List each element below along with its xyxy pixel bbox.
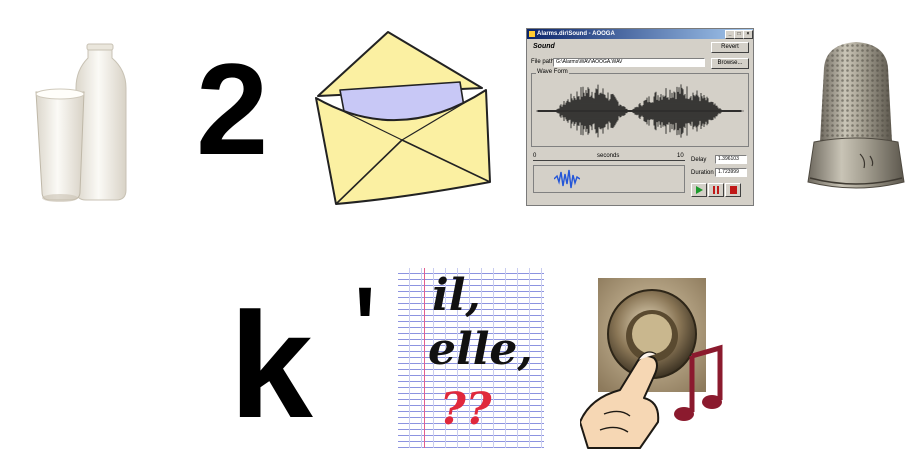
letter-k: k <box>227 293 318 463</box>
play-icon <box>696 186 703 194</box>
duration-label: Duration <box>691 170 714 176</box>
preview-strip <box>533 165 685 193</box>
notebook-line-question: ?? <box>440 384 492 435</box>
delay-field[interactable]: 1.396103 <box>715 155 747 164</box>
scale-unit: seconds <box>597 153 620 159</box>
pause-icon <box>713 186 719 194</box>
window-title: Alarms.dir\Sound - AOOGA <box>537 31 615 37</box>
file-path-label: File path <box>531 59 555 65</box>
window-titlebar: Alarms.dir\Sound - AOOGA _ □ × <box>527 29 753 39</box>
delay-label: Delay <box>691 157 707 163</box>
digit-two: 2 <box>196 36 269 182</box>
stop-icon <box>730 186 737 194</box>
notebook-line-il: il, <box>432 270 481 321</box>
revert-button[interactable]: Revert <box>711 42 749 53</box>
sound-editor-window: Alarms.dir\Sound - AOOGA _ □ × Sound Rev… <box>526 28 754 206</box>
timeline-ruler <box>533 160 685 161</box>
waveform-group: Wave Form <box>531 69 749 147</box>
thimble-picture <box>807 42 905 189</box>
stop-button[interactable] <box>725 183 741 197</box>
apostrophe: ' <box>338 279 393 381</box>
play-button[interactable] <box>691 183 707 197</box>
waveform-display <box>536 84 744 138</box>
scale-start: 0 <box>533 153 537 159</box>
sound-heading: Sound <box>533 43 555 50</box>
doorbell-press-picture <box>580 278 723 449</box>
duration-field[interactable]: 1.723999 <box>715 168 747 177</box>
notebook-line-elle: elle, <box>428 324 533 375</box>
browse-button[interactable]: Browse... <box>711 58 749 69</box>
scale-end: 10 <box>677 153 684 159</box>
file-path-field[interactable]: G:\Alarms\WAV\AOOGA.WAV <box>553 58 705 67</box>
waveform-label: Wave Form <box>536 69 569 75</box>
close-icon[interactable]: × <box>743 30 753 39</box>
pause-button[interactable] <box>708 183 724 197</box>
open-envelope-picture <box>315 31 491 205</box>
letter-k-apostrophe: k ' <box>208 285 392 453</box>
mini-waveform <box>554 169 580 189</box>
app-icon <box>529 31 535 37</box>
milk-picture <box>35 43 127 202</box>
notebook-page-picture: il, elle, ?? <box>398 268 544 448</box>
